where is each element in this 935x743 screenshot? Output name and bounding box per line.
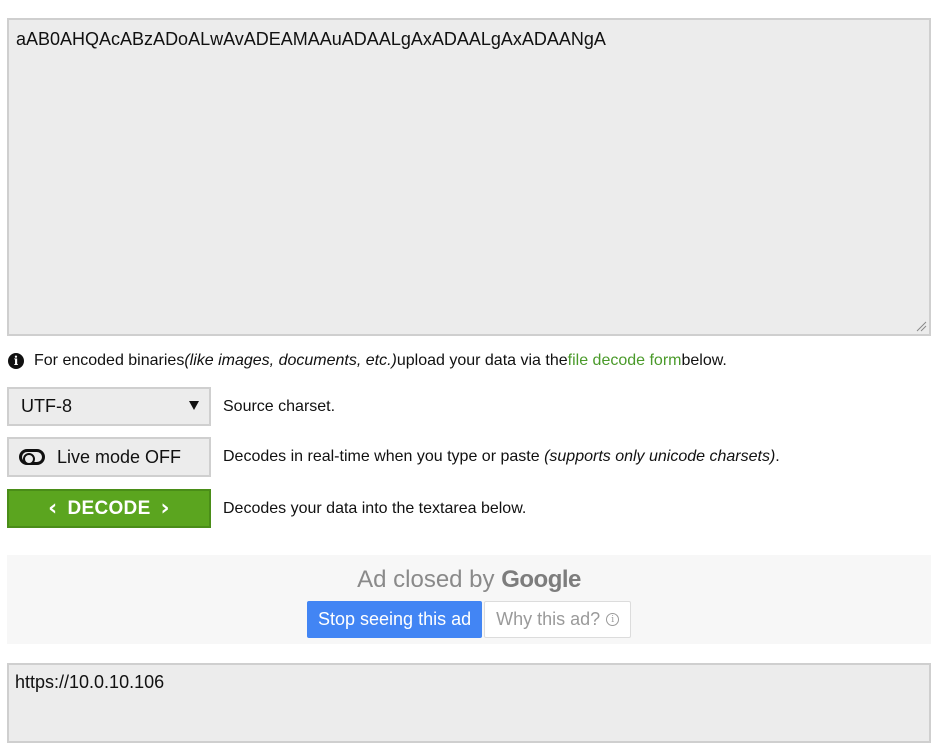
resize-handle-icon[interactable] [915,320,927,332]
live-mode-description-text: Decodes in real-time when you type or pa… [223,448,545,465]
ad-closed-text: Ad closed by [357,566,502,593]
info-text-middle: upload your data via the [396,352,568,369]
decode-button[interactable]: ‹ DECODE › [7,489,211,528]
google-logo: Google [501,566,581,593]
toggle-off-icon [19,449,45,465]
charset-row: UTF-8 Source charset. [7,387,335,426]
charset-select[interactable]: UTF-8 [7,387,211,426]
info-text-italic: (like images, documents, etc.) [184,352,397,369]
info-icon: i [8,353,24,369]
live-mode-label: Live mode OFF [57,446,182,467]
live-mode-row: Live mode OFF Decodes in real-time when … [7,437,780,477]
decode-row: ‹ DECODE › Decodes your data into the te… [7,489,526,528]
decoded-output-textarea[interactable]: https://10.0.10.106 [7,663,931,743]
decode-description: Decodes your data into the textarea belo… [223,499,527,517]
info-text-start: For encoded binaries [34,352,185,369]
ad-closed-message: Ad closed by Google [7,566,931,594]
charset-selected-value: UTF-8 [21,396,72,416]
encoded-input-textarea[interactable]: aAB0AHQAcABzADoALwAvADEAMAAuADAALgAxADAA… [7,18,931,336]
info-icon: i [606,613,620,626]
info-text-end: below. [681,352,727,369]
charset-description: Source charset. [223,397,336,415]
chevron-right-icon: › [160,495,170,521]
chevron-left-icon: ‹ [48,495,58,521]
live-mode-description-italic: (supports only unicode charsets) [544,448,776,465]
closed-ad-panel: Ad closed by Google Stop seeing this ad … [7,555,931,644]
dropdown-arrow-icon [189,401,199,410]
stop-seeing-ad-button[interactable]: Stop seeing this ad [307,601,483,638]
ad-feedback-buttons: Stop seeing this ad Why this ad? i [307,601,632,638]
live-mode-toggle[interactable]: Live mode OFF [7,437,211,477]
binary-upload-info: i For encoded binaries (like images, doc… [8,351,727,371]
why-this-ad-label: Why this ad? [496,609,601,629]
file-decode-form-link[interactable]: file decode form [568,352,682,370]
live-mode-description-end: . [775,448,780,465]
decode-button-label: DECODE [67,497,151,519]
live-mode-description: Decodes in real-time when you type or pa… [223,448,780,466]
why-this-ad-button[interactable]: Why this ad? i [484,601,632,638]
